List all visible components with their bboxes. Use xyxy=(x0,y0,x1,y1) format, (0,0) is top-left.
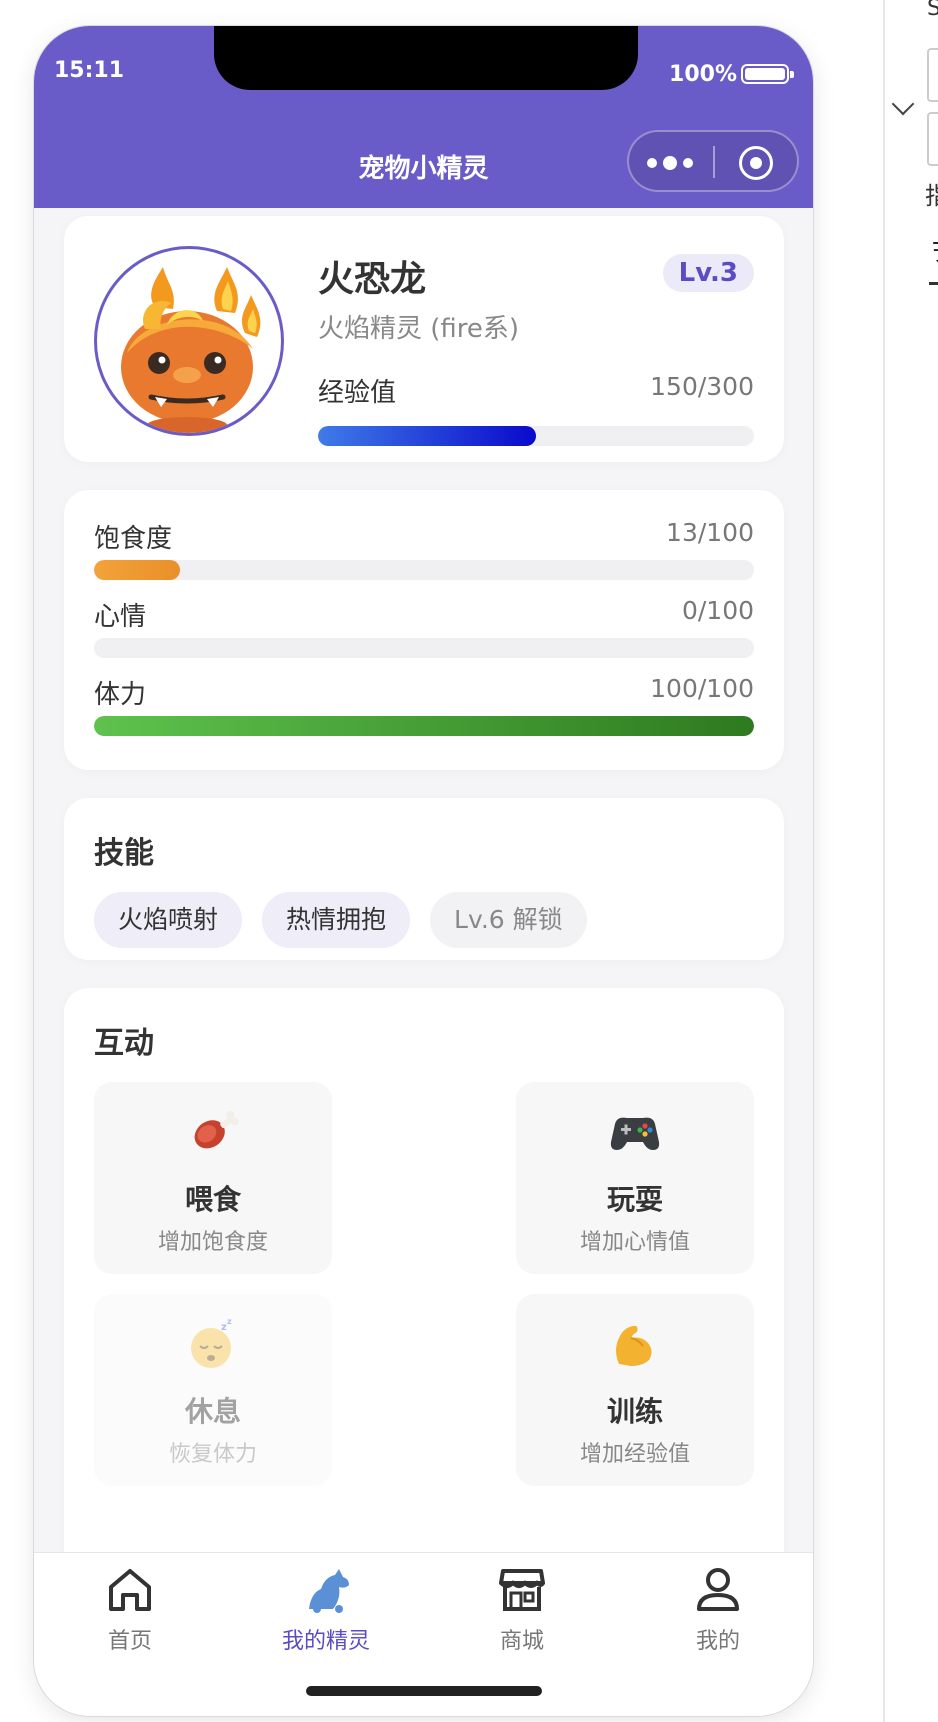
feed-action-button[interactable]: 喂食 增加饱食度 xyxy=(94,1082,332,1274)
side-panel-text: S xyxy=(927,0,938,21)
interact-title: 互动 xyxy=(94,1026,154,1061)
train-description: 增加经验值 xyxy=(579,1442,690,1467)
shop-icon xyxy=(499,1569,545,1611)
tab-shop[interactable]: 商城 xyxy=(452,1563,592,1655)
chevron-down-icon[interactable] xyxy=(891,92,915,116)
muscle-icon xyxy=(616,1325,652,1366)
miniprogram-capsule xyxy=(627,130,799,192)
side-panel-label-2: ヲ xyxy=(929,232,938,269)
mood-progress-bar xyxy=(94,638,754,658)
pet-name: 火恐龙 xyxy=(318,259,427,300)
svg-text:z: z xyxy=(227,1317,232,1326)
side-input-1[interactable] xyxy=(927,48,938,102)
play-title: 玩耍 xyxy=(606,1183,663,1216)
play-action-button[interactable]: 玩耍 增加心情值 xyxy=(516,1082,754,1274)
tab-mine[interactable]: 我的 xyxy=(648,1563,788,1655)
more-icon[interactable] xyxy=(647,154,699,172)
phone-notch xyxy=(214,26,638,90)
stamina-progress-bar xyxy=(94,716,754,736)
stat-label-mood: 心情 xyxy=(94,602,147,632)
battery-percent: 100% xyxy=(669,62,737,87)
home-icon xyxy=(109,1569,151,1611)
stat-label-satiety: 饱食度 xyxy=(94,524,173,554)
phone-frame: 15:11 100% 宠物小精灵 火恐龙 Lv.3 火焰精灵 (fire系) 经… xyxy=(34,26,813,1716)
home-indicator xyxy=(306,1686,542,1696)
side-panel-label: 指 xyxy=(925,182,938,210)
stats-card: 饱食度 13/100 心情 0/100 体力 100/100 xyxy=(64,490,784,770)
level-badge: Lv.3 xyxy=(662,254,754,292)
train-action-button[interactable]: 训练 增加经验值 xyxy=(516,1294,754,1486)
rest-action-button[interactable]: z z 休息 恢复体力 xyxy=(94,1294,332,1486)
stamina-progress-fill xyxy=(94,716,754,736)
satiety-progress-fill xyxy=(94,560,180,580)
tab-label-mine: 我的 xyxy=(695,1629,740,1654)
side-input-2[interactable] xyxy=(927,112,938,166)
fire-dragon-icon xyxy=(121,267,261,433)
train-title: 训练 xyxy=(606,1395,663,1428)
meat-icon xyxy=(194,1110,239,1149)
rest-description: 恢复体力 xyxy=(168,1442,257,1467)
locked-skill-chip: Lv.6 解锁 xyxy=(430,892,587,948)
stat-label-stamina: 体力 xyxy=(94,680,147,710)
exp-label: 经验值 xyxy=(318,378,397,408)
exp-progress-fill xyxy=(318,426,536,446)
close-miniprogram-icon[interactable] xyxy=(739,146,773,180)
pet-avatar xyxy=(94,246,284,436)
tab-label-my-pets: 我的精灵 xyxy=(281,1629,370,1654)
tab-my-pets[interactable]: 我的精灵 xyxy=(256,1563,396,1655)
stat-value-stamina: 100/100 xyxy=(650,674,754,703)
rest-title: 休息 xyxy=(184,1395,241,1428)
battery-icon xyxy=(741,64,794,84)
gamepad-icon xyxy=(610,1117,660,1150)
pet-profile-card: 火恐龙 Lv.3 火焰精灵 (fire系) 经验值 150/300 xyxy=(64,216,784,462)
devtools-side-panel: S 指 ヲ xyxy=(883,0,938,1722)
skills-card: 技能 火焰喷射 热情拥抱 Lv.6 解锁 xyxy=(64,798,784,960)
interact-card: 互动 喂食 增加饱食度 玩耍 增加心情值 z z 休息 恢复体力 训练 增加经验… xyxy=(64,988,784,1628)
tab-home[interactable]: 首页 xyxy=(60,1563,200,1655)
tab-label-home: 首页 xyxy=(107,1629,152,1654)
exp-progress-bar xyxy=(318,426,754,446)
status-time: 15:11 xyxy=(54,58,125,83)
stat-value-satiety: 13/100 xyxy=(666,518,754,547)
feed-description: 增加饱食度 xyxy=(157,1230,268,1255)
skill-chip[interactable]: 热情拥抱 xyxy=(262,892,411,948)
nav-header: 15:11 100% 宠物小精灵 xyxy=(34,26,813,208)
feed-title: 喂食 xyxy=(184,1183,241,1216)
user-icon xyxy=(697,1568,739,1611)
capsule-divider xyxy=(713,146,715,178)
pet-icon xyxy=(309,1569,349,1613)
skills-title: 技能 xyxy=(94,836,154,871)
stat-value-mood: 0/100 xyxy=(681,596,754,625)
side-panel-dash xyxy=(929,282,938,285)
satiety-progress-bar xyxy=(94,560,754,580)
skill-chip[interactable]: 火焰喷射 xyxy=(94,892,243,948)
pet-type: 火焰精灵 (fire系) xyxy=(318,314,520,344)
sleep-face-icon: z z xyxy=(191,1317,232,1368)
skill-chip-list: 火焰喷射 热情拥抱 Lv.6 解锁 xyxy=(94,892,587,948)
tab-label-shop: 商城 xyxy=(499,1629,544,1654)
exp-value: 150/300 xyxy=(650,372,754,401)
play-description: 增加心情值 xyxy=(579,1230,690,1255)
